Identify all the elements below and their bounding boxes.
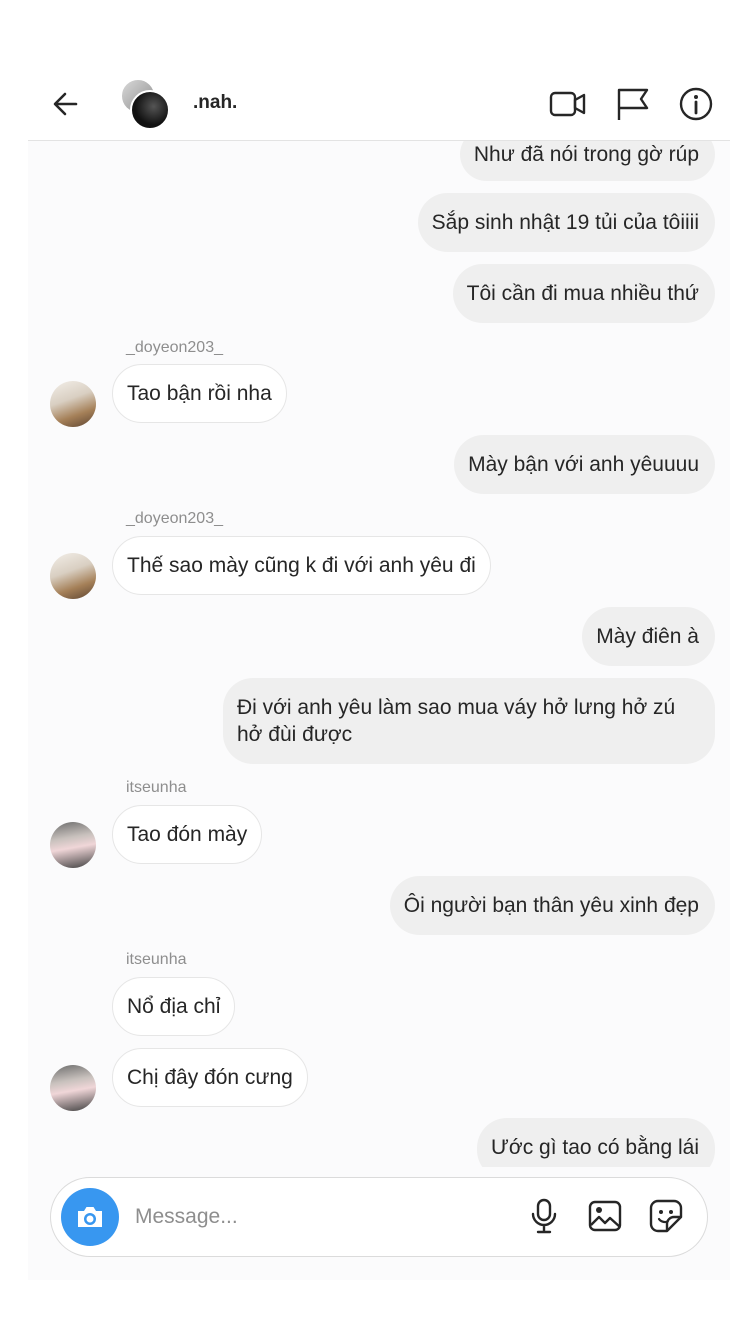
incoming-message[interactable]: Chị đây đón cưng xyxy=(112,1048,308,1107)
outgoing-message[interactable]: Sắp sinh nhật 19 tủi của tôiiii xyxy=(417,193,715,252)
member-avatar xyxy=(130,90,170,130)
sender-name: itseunha xyxy=(126,779,187,796)
sender-name: _doyeon203_ xyxy=(126,339,223,356)
sender-name: _doyeon203_ xyxy=(126,510,223,527)
user-avatar[interactable] xyxy=(50,553,96,599)
incoming-message[interactable]: Thế sao mày cũng k đi với anh yêu đi xyxy=(112,536,491,595)
incoming-message[interactable]: Nổ địa chỉ xyxy=(112,977,236,1036)
sender-name: itseunha xyxy=(126,951,187,968)
outgoing-message[interactable]: Ôi người bạn thân yêu xinh đẹp xyxy=(389,876,715,935)
camera-icon xyxy=(78,1207,102,1227)
user-avatar[interactable] xyxy=(50,1065,96,1111)
outgoing-message[interactable]: Đi với anh yêu làm sao mua váy hở lưng h… xyxy=(223,678,715,764)
incoming-message[interactable]: Tao bận rồi nha xyxy=(112,364,287,423)
chat-screen: .nah. Như đã nói trong gờ rúp Sắp sinh n… xyxy=(28,70,730,1280)
info-icon[interactable] xyxy=(674,82,718,126)
chat-header: .nah. xyxy=(28,70,730,141)
message-input[interactable] xyxy=(135,1200,455,1234)
chat-avatar[interactable] xyxy=(120,78,172,130)
user-avatar[interactable] xyxy=(50,822,96,868)
chat-title[interactable]: .nah. xyxy=(193,92,237,114)
microphone-icon[interactable] xyxy=(524,1196,564,1236)
camera-button[interactable] xyxy=(61,1188,119,1246)
message-composer xyxy=(50,1177,708,1257)
outgoing-message[interactable]: Mày điên à xyxy=(582,607,715,666)
back-arrow-icon[interactable] xyxy=(48,86,84,122)
sticker-icon[interactable] xyxy=(646,1196,686,1236)
video-call-icon[interactable] xyxy=(546,82,590,126)
flag-icon[interactable] xyxy=(610,82,654,126)
outgoing-message[interactable]: Ước gì tao có bằng lái xyxy=(477,1118,715,1167)
incoming-message[interactable]: Tao đón mày xyxy=(112,805,263,864)
user-avatar[interactable] xyxy=(50,381,96,427)
outgoing-message[interactable]: Như đã nói trong gờ rúp xyxy=(459,140,715,181)
outgoing-message[interactable]: Mày bận với anh yêuuuu xyxy=(454,435,715,494)
gallery-icon[interactable] xyxy=(585,1196,625,1236)
outgoing-message[interactable]: Tôi cần đi mua nhiều thứ xyxy=(452,264,715,323)
message-thread[interactable]: Như đã nói trong gờ rúp Sắp sinh nhật 19… xyxy=(28,140,730,1167)
